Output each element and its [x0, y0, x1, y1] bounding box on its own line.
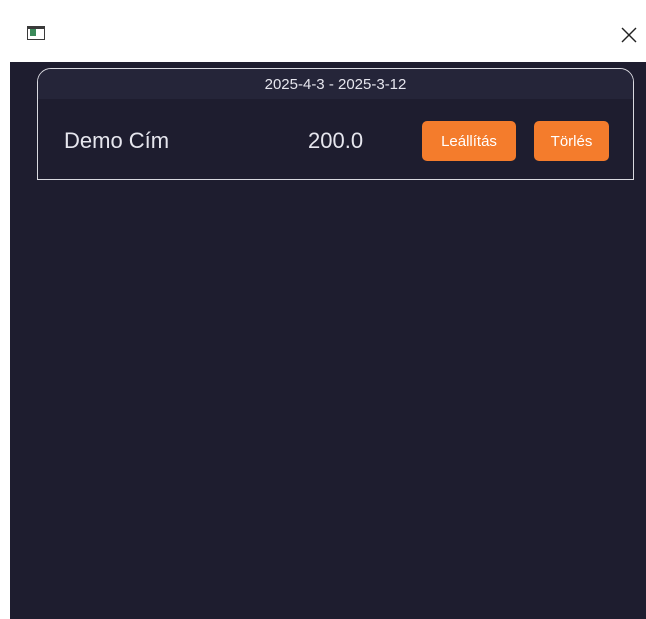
close-button[interactable]: [612, 18, 646, 52]
content-area: 2025-4-3 - 2025-3-12 Demo Cím 200.0 Leál…: [10, 62, 646, 619]
stop-button[interactable]: Leállítás: [422, 121, 516, 161]
app-window: 2025-4-3 - 2025-3-12 Demo Cím 200.0 Leál…: [0, 0, 646, 619]
entry-card: 2025-4-3 - 2025-3-12 Demo Cím 200.0 Leál…: [37, 68, 634, 180]
date-range-header: 2025-4-3 - 2025-3-12: [38, 69, 633, 99]
entry-amount: 200.0: [308, 128, 364, 153]
entry-title: Demo Cím: [64, 128, 170, 153]
title-bar: [0, 0, 646, 62]
delete-button[interactable]: Törlés: [534, 121, 609, 161]
window-app-icon: [27, 26, 45, 40]
close-icon: [621, 27, 637, 43]
